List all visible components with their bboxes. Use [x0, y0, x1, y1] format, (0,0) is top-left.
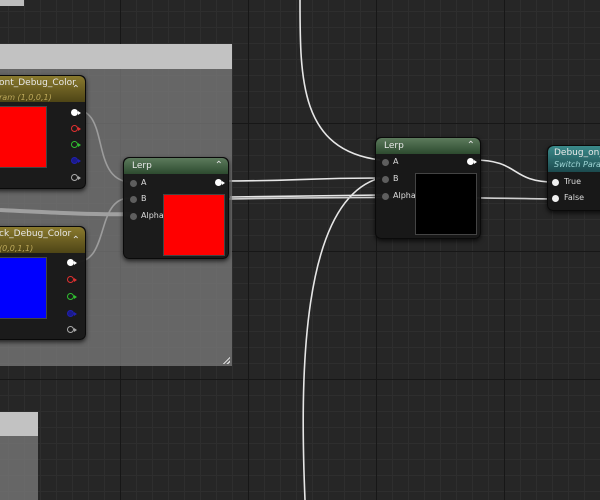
comment-resize-handle[interactable]	[222, 356, 230, 364]
comment-lower-header[interactable]	[0, 412, 38, 436]
input-false-label: False	[564, 193, 585, 202]
input-a-pin[interactable]	[130, 180, 137, 187]
lerp-inner-title: Lerp	[132, 161, 152, 171]
front-debug-color-title: ont_Debug_Color	[0, 78, 76, 88]
switch-param-header[interactable]: Debug_on_S Switch Param	[548, 146, 600, 172]
front-debug-color-preview	[0, 106, 47, 168]
chevron-up-icon[interactable]: ⌃	[467, 138, 475, 154]
output-r-pin[interactable]	[67, 276, 77, 283]
input-a-label: A	[393, 157, 399, 166]
back-debug-color-node[interactable]: ck_Debug_Color (0,0,1,1) ⌃	[0, 226, 86, 340]
input-alpha-pin[interactable]	[130, 213, 137, 220]
input-alpha-label: Alpha	[393, 191, 416, 200]
input-false-pin[interactable]	[552, 195, 559, 202]
switch-param-subtitle: Switch Param	[554, 160, 600, 169]
comment-box-lower[interactable]	[0, 412, 38, 500]
input-b-label: B	[393, 174, 399, 183]
input-b-label: B	[141, 194, 147, 203]
output-rgba-pin[interactable]	[71, 109, 81, 116]
lerp-outer-node[interactable]: Lerp ⌃ A B Alpha	[375, 137, 481, 239]
front-debug-color-subtitle: ram (1,0,0,1)	[0, 93, 52, 102]
lerp-outer-preview	[415, 173, 477, 235]
front-debug-color-node[interactable]: ont_Debug_Color ram (1,0,0,1) ⌃	[0, 75, 86, 189]
lerp-inner-preview	[163, 194, 225, 256]
output-pin[interactable]	[215, 179, 225, 186]
lerp-outer-title: Lerp	[384, 141, 404, 151]
output-a-pin[interactable]	[67, 326, 77, 333]
input-a-label: A	[141, 178, 147, 187]
back-debug-color-header[interactable]: ck_Debug_Color (0,0,1,1) ⌃	[0, 227, 85, 253]
chevron-up-icon[interactable]: ⌃	[72, 233, 80, 249]
lerp-inner-node[interactable]: Lerp ⌃ A B Alpha	[123, 157, 229, 259]
input-b-pin[interactable]	[130, 196, 137, 203]
input-true-label: True	[564, 177, 581, 186]
comment-header[interactable]	[0, 44, 232, 69]
lerp-inner-header[interactable]: Lerp ⌃	[124, 158, 228, 174]
lerp-outer-header[interactable]: Lerp ⌃	[376, 138, 480, 154]
output-g-pin[interactable]	[67, 293, 77, 300]
chevron-up-icon[interactable]: ⌃	[72, 82, 80, 98]
output-b-pin[interactable]	[67, 310, 77, 317]
back-debug-color-subtitle: (0,0,1,1)	[0, 244, 34, 253]
chevron-up-icon[interactable]: ⌃	[215, 158, 223, 174]
input-b-pin[interactable]	[382, 176, 389, 183]
comment-box-top[interactable]	[0, 0, 24, 6]
front-debug-color-header[interactable]: ont_Debug_Color ram (1,0,0,1) ⌃	[0, 76, 85, 102]
graph-canvas[interactable]: ont_Debug_Color ram (1,0,0,1) ⌃ ck_Debug…	[0, 0, 600, 500]
output-b-pin[interactable]	[71, 157, 81, 164]
input-true-pin[interactable]	[552, 179, 559, 186]
switch-param-node[interactable]: Debug_on_S Switch Param True False	[547, 145, 600, 211]
input-a-pin[interactable]	[382, 159, 389, 166]
back-debug-color-title: ck_Debug_Color	[0, 229, 72, 239]
output-r-pin[interactable]	[71, 125, 81, 132]
input-alpha-label: Alpha	[141, 211, 164, 220]
back-debug-color-preview	[0, 257, 47, 319]
output-rgba-pin[interactable]	[67, 259, 77, 266]
output-a-pin[interactable]	[71, 174, 81, 181]
output-pin[interactable]	[467, 158, 477, 165]
output-g-pin[interactable]	[71, 141, 81, 148]
input-alpha-pin[interactable]	[382, 193, 389, 200]
